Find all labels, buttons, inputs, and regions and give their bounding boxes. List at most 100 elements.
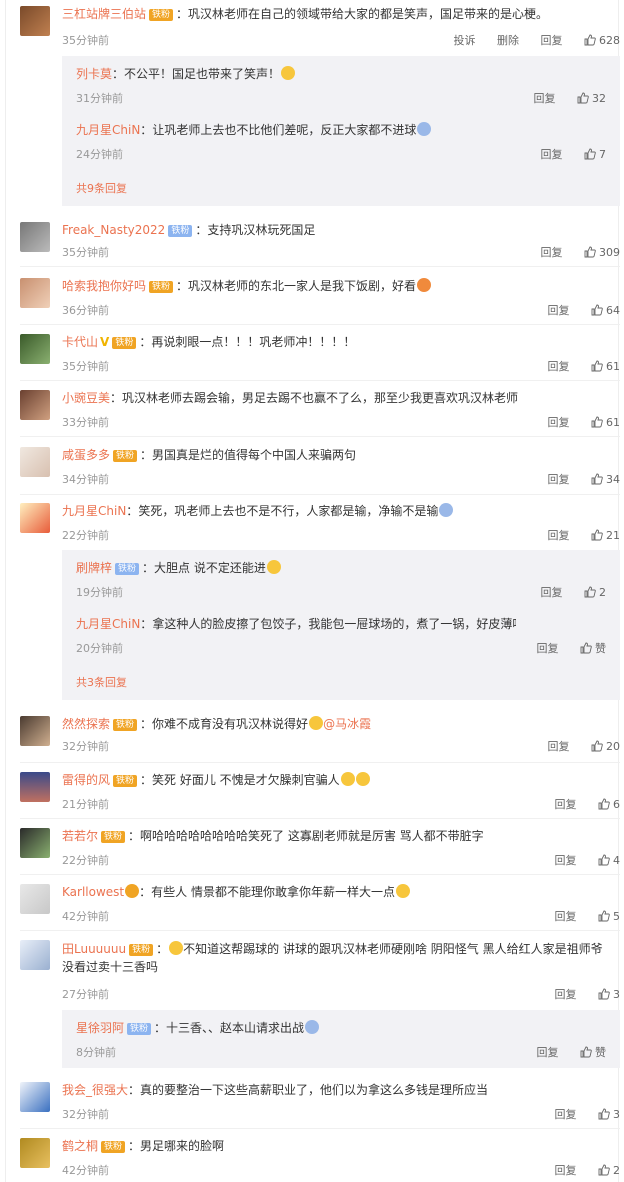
like-button[interactable]: 5 (598, 910, 620, 923)
divider (20, 494, 620, 495)
user-avatar[interactable] (20, 222, 50, 252)
reply-username[interactable]: 九月星ChiN (76, 123, 140, 137)
reply-actions: 回复 赞 (519, 1044, 607, 1060)
thumbs-up-icon (591, 304, 603, 316)
like-count: 20 (606, 740, 620, 753)
reply-button[interactable]: 回复 (537, 1046, 559, 1059)
user-avatar[interactable] (20, 503, 50, 533)
comment-line: 卡代山 V 铁粉 ：再说刺眼一点！！！巩老师冲！！！！ (62, 335, 356, 349)
comment-actions: 回复 2 (537, 1162, 621, 1178)
user-avatar[interactable] (20, 1138, 50, 1168)
like-button[interactable]: 61 (591, 416, 620, 429)
fan-level-icon (125, 884, 140, 898)
like-button[interactable]: 4 (598, 854, 620, 867)
comment-text: 支持巩汉林玩死国足 (207, 223, 316, 237)
more-replies-link[interactable]: 共9条回复 (76, 180, 127, 196)
comment-username[interactable]: 三杠站牌三伯站 (62, 7, 146, 21)
reply-button[interactable]: 回复 (555, 1108, 577, 1121)
reply-button[interactable]: 回复 (548, 304, 570, 317)
reply-button[interactable]: 回复 (555, 798, 577, 811)
reply-username[interactable]: 刷牌梓 (76, 561, 112, 575)
like-button[interactable]: 21 (591, 529, 620, 542)
fan-badge: 铁粉 (101, 831, 126, 843)
like-button[interactable]: 赞 (580, 640, 606, 656)
like-button[interactable]: 3 (598, 1108, 620, 1121)
reply-button[interactable]: 回复 (541, 148, 563, 161)
reply-button[interactable]: 回复 (541, 246, 563, 259)
comment-username[interactable]: 小豌豆美 (62, 391, 110, 405)
comment-username[interactable]: 我会_很强大 (62, 1083, 128, 1097)
like-button[interactable]: 6 (598, 798, 620, 811)
comment-text: 巩汉林老师的东北一家人是我下饭剧，好看 (188, 279, 417, 293)
comment-actions: 回复 34 (530, 471, 621, 487)
reply-button[interactable]: 回复 (541, 34, 563, 47)
user-avatar[interactable] (20, 447, 50, 477)
comment-username[interactable]: 哈索我抱你好吗 (62, 279, 146, 293)
like-count: 6 (613, 798, 620, 811)
comment-username[interactable]: 鹤之桐 (62, 1139, 98, 1153)
user-avatar[interactable] (20, 6, 50, 36)
reply-username[interactable]: 九月星ChiN (76, 617, 140, 631)
user-avatar[interactable] (20, 1082, 50, 1112)
reply-button[interactable]: 回复 (548, 529, 570, 542)
reply-button[interactable]: 回复 (548, 740, 570, 753)
reply-button[interactable]: 回复 (548, 473, 570, 486)
reply-button[interactable]: 回复 (548, 416, 570, 429)
more-replies-link[interactable]: 共3条回复 (76, 674, 127, 690)
reply-button[interactable]: 回复 (534, 92, 556, 105)
reply-button[interactable]: 回复 (555, 1164, 577, 1177)
user-avatar[interactable] (20, 334, 50, 364)
laugh-emoji-icon (417, 122, 432, 136)
user-avatar[interactable] (20, 772, 50, 802)
comment-time: 33分钟前 (62, 416, 109, 429)
reply-username[interactable]: 列卡莫 (76, 67, 112, 81)
reply-box: 星徐羽阿 铁粉 ：十三香、、赵本山请求出战 8分钟前 回复 赞 (62, 1010, 620, 1068)
reply-username[interactable]: 星徐羽阿 (76, 1021, 124, 1035)
user-avatar[interactable] (20, 278, 50, 308)
comment-username[interactable]: 田Luuuuuu (62, 942, 126, 956)
divider (20, 436, 620, 437)
user-avatar[interactable] (20, 884, 50, 914)
fan-badge: 铁粉 (101, 1141, 126, 1153)
like-button[interactable]: 32 (577, 92, 606, 105)
like-button[interactable]: 3 (598, 988, 620, 1001)
user-avatar[interactable] (20, 716, 50, 746)
reply-time: 31分钟前 (76, 92, 123, 105)
comment-username[interactable]: Freak_Nasty2022 (62, 223, 165, 237)
reply-button[interactable]: 回复 (537, 642, 559, 655)
delete-button[interactable]: 删除 (497, 34, 519, 47)
comment-username[interactable]: 卡代山 (62, 335, 98, 349)
comment-time: 22分钟前 (62, 529, 109, 542)
user-avatar[interactable] (20, 828, 50, 858)
like-button[interactable]: 2 (598, 1164, 620, 1177)
smile-emoji-icon (395, 884, 410, 898)
comment-username[interactable]: 咸蛋多多 (62, 448, 110, 462)
reply-button[interactable]: 回复 (541, 586, 563, 599)
comment-username[interactable]: 然然探索 (62, 717, 110, 731)
like-button[interactable]: 34 (591, 473, 620, 486)
reply-button[interactable]: 回复 (555, 854, 577, 867)
like-button[interactable]: 7 (584, 148, 606, 161)
like-button[interactable]: 20 (591, 740, 620, 753)
report-button[interactable]: 投诉 (454, 34, 476, 47)
reply-button[interactable]: 回复 (548, 360, 570, 373)
like-button[interactable]: 赞 (580, 1044, 606, 1060)
like-button[interactable]: 61 (591, 360, 620, 373)
mention-link[interactable]: @马冰霞 (323, 717, 371, 731)
user-avatar[interactable] (20, 390, 50, 420)
like-button[interactable]: 64 (591, 304, 620, 317)
comment-username[interactable]: 雷得的风 (62, 773, 110, 787)
divider (20, 930, 620, 931)
like-button[interactable]: 2 (584, 586, 606, 599)
comment-username[interactable]: 九月星ChiN (62, 504, 126, 518)
reply-button[interactable]: 回复 (555, 988, 577, 1001)
comment-line: 咸蛋多多 铁粉 ：男国真是烂的值得每个中国人来骗两句 (62, 448, 357, 462)
comment-username[interactable]: Karllowest (62, 885, 124, 899)
like-button[interactable]: 628 (584, 34, 620, 47)
like-button[interactable]: 309 (584, 246, 620, 259)
comment-username[interactable]: 若若尔 (62, 829, 98, 843)
reply-button[interactable]: 回复 (555, 910, 577, 923)
comment-line: 雷得的风 铁粉 ：笑死 好面儿 不愧是才欠臊刺官骗人 (62, 772, 617, 788)
fan-badge: 铁粉 (112, 337, 137, 349)
user-avatar[interactable] (20, 940, 50, 970)
